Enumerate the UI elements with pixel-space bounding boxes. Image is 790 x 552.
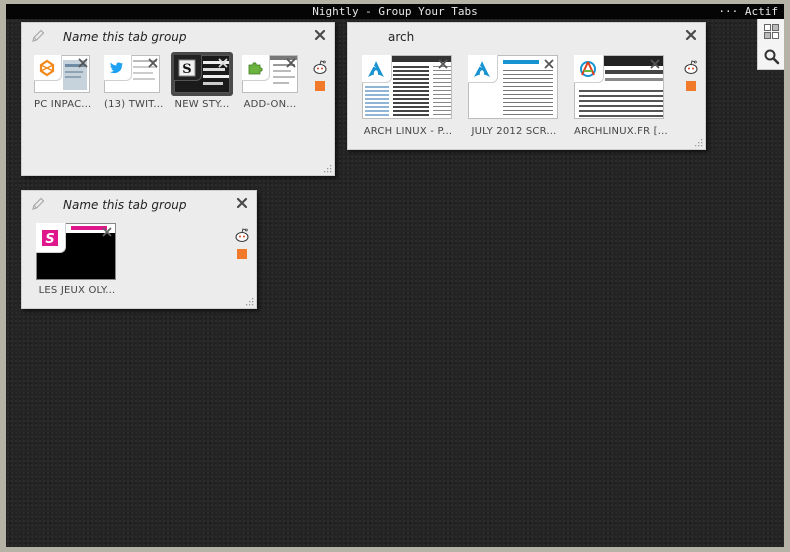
userstyles-s-icon: S — [178, 59, 196, 77]
tab-label: JULY 2012 SCR... — [471, 126, 557, 137]
close-tab-icon[interactable] — [544, 59, 554, 69]
pencil-icon[interactable] — [30, 28, 46, 44]
reddit-alien-icon[interactable] — [234, 227, 250, 243]
close-tab-icon[interactable] — [218, 58, 228, 68]
tab-group-arch[interactable]: arch ARCH LINUX - P... JULY 2012 SCR... … — [347, 22, 706, 150]
pencil-icon[interactable] — [30, 196, 46, 212]
tab-label: ADD-ON... — [243, 99, 297, 110]
tab-groups-stage[interactable]: Name this tab group PC INPAC... (13) TWI… — [6, 19, 784, 547]
twitter-bird-icon — [109, 62, 124, 74]
puzzle-piece-icon — [248, 62, 263, 75]
close-tab-icon[interactable] — [438, 59, 448, 69]
tab-label: LES JEUX OLY... — [38, 285, 116, 296]
close-tab-icon[interactable] — [78, 58, 88, 68]
close-group-icon[interactable] — [236, 197, 248, 209]
resize-grip-icon[interactable] — [693, 137, 703, 147]
svg-text:S: S — [45, 232, 54, 247]
exit-panorama-grid-icon[interactable] — [763, 23, 780, 40]
close-tab-icon[interactable] — [148, 58, 158, 68]
arch-logo-icon — [368, 61, 384, 77]
resize-grip-icon[interactable] — [322, 163, 332, 173]
reddit-alien-icon[interactable] — [683, 59, 699, 75]
tab-label: (13) TWIT... — [104, 99, 164, 110]
archlinux-fr-logo-icon — [580, 61, 596, 77]
magenta-s-logo-icon: S — [42, 230, 58, 247]
close-group-icon[interactable] — [314, 29, 326, 41]
close-tab-icon[interactable] — [102, 227, 112, 237]
tab-thumbnail[interactable]: S LES JEUX OLY... — [36, 223, 116, 299]
resize-grip-icon[interactable] — [244, 296, 254, 306]
group-app-icons — [683, 59, 701, 91]
tab-group-unnamed-2[interactable]: Name this tab group S LES JEUX OLY... — [21, 190, 257, 309]
group-app-icons — [312, 59, 330, 91]
tab-thumbnail[interactable]: PC INPAC... — [34, 55, 92, 115]
tab-thumbnail[interactable]: ARCHLINUX.FR [... — [574, 55, 668, 147]
panorama-side-buttons — [757, 19, 784, 70]
tab-group-name-input[interactable]: arch — [388, 30, 414, 44]
tab-thumbnail[interactable]: (13) TWIT... — [104, 55, 164, 115]
tab-group-name-input[interactable]: Name this tab group — [63, 198, 187, 212]
window-title: Nightly - Group Your Tabs — [312, 5, 478, 18]
tab-group-name-input[interactable]: Name this tab group — [63, 30, 187, 44]
tab-thumbnail[interactable]: JULY 2012 SCR... — [468, 55, 558, 147]
tab-label: ARCH LINUX - P... — [363, 126, 453, 137]
tab-label: NEW STY... — [174, 99, 230, 110]
close-tab-icon[interactable] — [286, 58, 296, 68]
arch-logo-icon — [474, 61, 490, 77]
close-group-icon[interactable] — [685, 29, 697, 41]
tab-thumbnail-selected[interactable]: S NEW STY... — [171, 52, 233, 115]
tab-thumbnail[interactable]: ARCH LINUX - P... — [362, 55, 452, 147]
rss-feed-icon[interactable] — [237, 249, 247, 259]
group-app-icons — [234, 227, 252, 259]
svg-text:S: S — [182, 62, 191, 77]
rss-feed-icon[interactable] — [315, 81, 325, 91]
window-status: ··· Actif — [718, 5, 778, 18]
title-bar: Nightly - Group Your Tabs ··· Actif — [6, 4, 784, 19]
reddit-alien-icon[interactable] — [312, 59, 328, 75]
pcinpact-favicon-icon — [39, 59, 55, 77]
close-tab-icon[interactable] — [650, 59, 660, 69]
tab-thumbnail[interactable]: ADD-ON... — [242, 55, 298, 115]
tab-label: ARCHLINUX.FR [... — [574, 126, 668, 137]
tab-group-unnamed-1[interactable]: Name this tab group PC INPAC... (13) TWI… — [21, 22, 335, 176]
rss-feed-icon[interactable] — [686, 81, 696, 91]
search-icon[interactable] — [763, 48, 780, 65]
tab-label: PC INPAC... — [34, 99, 92, 110]
